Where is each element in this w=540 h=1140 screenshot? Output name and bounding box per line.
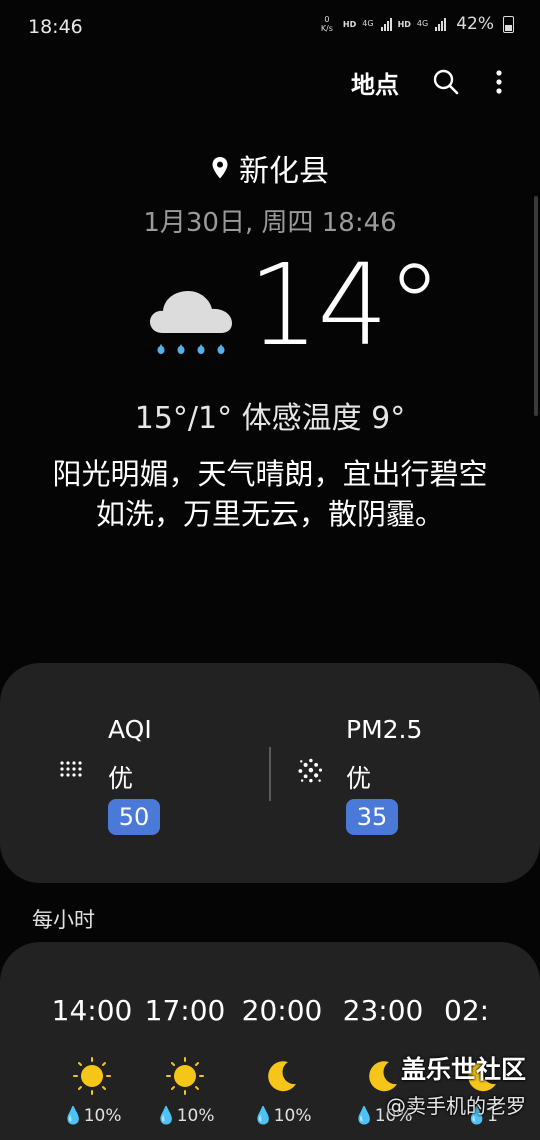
pm25-label: PM2.5	[346, 715, 423, 744]
sun-icon	[166, 1057, 204, 1095]
sun-icon	[73, 1057, 111, 1095]
aqi-dots-icon	[60, 761, 82, 777]
hour-time: 14:00	[51, 994, 133, 1027]
watermark: 盖乐世社区 @卖手机的老罗	[386, 1050, 526, 1119]
current-temperature: 14°	[248, 241, 443, 371]
status-time: 18:46	[28, 16, 83, 38]
hour-item: 17:00 💧10%	[135, 994, 235, 1140]
hd-badge: HD	[342, 19, 357, 29]
weather-description: 阳光明媚，天气晴朗，宜出行碧空如洗，万里无云，散阴霾。	[52, 457, 488, 531]
moon-icon	[268, 1061, 296, 1092]
current-conditions: 14°	[0, 241, 540, 375]
aqi-status: 优	[108, 764, 134, 793]
pm25-particles-icon	[298, 758, 323, 783]
weather-screen: { "status_bar": { "time": "18:46", "net_…	[0, 0, 540, 1140]
battery-icon	[503, 15, 514, 33]
aqi-section: AQI 优 50	[58, 715, 258, 845]
status-bar: 18:46 0 K/s HD 4G HD 4G 42%	[0, 0, 540, 54]
status-icons: 0 K/s HD 4G HD 4G 42%	[321, 14, 514, 34]
network-speed-unit: K/s	[320, 24, 333, 33]
places-button[interactable]: 地点	[351, 65, 399, 100]
hour-item: 14:00 💧10%	[42, 994, 142, 1140]
current-datetime: 1月30日, 周四 18:46	[143, 208, 397, 238]
location-row[interactable]: 新化县	[0, 146, 540, 190]
pm25-value-badge: 35	[346, 799, 398, 835]
aqi-value-badge: 50	[108, 799, 160, 835]
pm25-status: 优	[346, 764, 372, 793]
watermark-brand: 盖乐世社区	[400, 1055, 526, 1084]
network-type: 4G	[362, 19, 374, 28]
hd-badge-2: HD	[397, 19, 411, 29]
aqi-label: AQI	[108, 715, 152, 744]
search-icon[interactable]	[432, 68, 460, 96]
hour-time: 23:00	[342, 994, 424, 1027]
air-divider	[269, 747, 271, 801]
pm25-section: PM2.5 优 35	[296, 715, 496, 845]
hour-precip: 💧10%	[252, 1106, 312, 1126]
scrollbar[interactable]	[534, 196, 538, 416]
network-speed-value: 0	[324, 15, 330, 24]
network-speed: 0 K/s	[321, 15, 333, 33]
location-name: 新化县	[239, 154, 329, 189]
hour-precip: 💧10%	[155, 1106, 215, 1126]
rain-cloud-icon	[150, 291, 232, 354]
app-bar: 地点	[0, 58, 540, 106]
hourly-title: 每小时	[32, 908, 95, 932]
hour-time: 20:00	[241, 994, 323, 1027]
hour-precip-value: 10%	[273, 1106, 312, 1126]
more-vertical-icon[interactable]	[488, 68, 510, 96]
hour-precip-value: 10%	[176, 1106, 215, 1126]
hour-precip-value: 10%	[83, 1106, 122, 1126]
high-low-feels-like: 15°/1° 体感温度 9°	[134, 401, 406, 436]
signal-icon-2	[435, 17, 447, 31]
signal-icon	[380, 17, 392, 31]
hour-precip: 💧10%	[62, 1106, 122, 1126]
hour-item: 20:00 💧10%	[232, 994, 332, 1140]
hour-time: 02:	[444, 994, 490, 1027]
watermark-author: @卖手机的老罗	[386, 1094, 526, 1118]
battery-percent: 42%	[456, 14, 494, 34]
network-type-2: 4G	[416, 19, 429, 28]
location-pin-icon	[212, 157, 228, 179]
hour-time: 17:00	[144, 994, 226, 1027]
air-quality-card[interactable]: AQI 优 50 PM2.5 优 35	[0, 663, 540, 883]
